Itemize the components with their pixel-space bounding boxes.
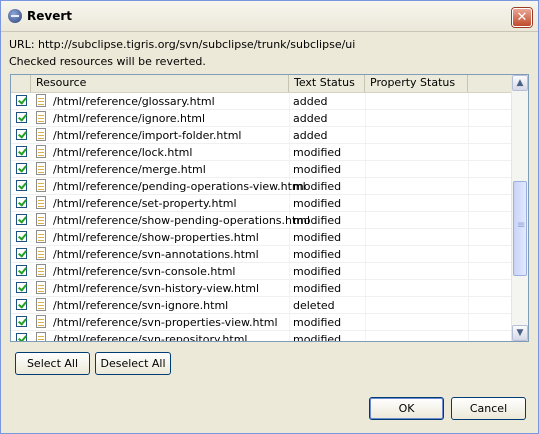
url-label: URL: http://subclipse.tigris.org/svn/sub…	[9, 38, 356, 51]
text-status: modified	[293, 265, 342, 278]
resource-path: /html/reference/svn-ignore.html	[53, 299, 229, 312]
revert-dialog: Revert ✕ URL: http://subclipse.tigris.or…	[0, 0, 539, 434]
resource-table[interactable]: Resource Text Status Property Status /ht…	[10, 74, 529, 342]
table-row[interactable]: /html/reference/svn-history-view.html mod…	[11, 280, 513, 297]
file-icon	[36, 162, 46, 175]
row-checkbox[interactable]	[16, 112, 27, 123]
resource-path: /html/reference/merge.html	[53, 163, 206, 176]
file-icon	[36, 298, 46, 311]
table-row[interactable]: /html/reference/set-property.html modifie…	[11, 195, 513, 212]
column-header-resource[interactable]: Resource	[31, 75, 289, 92]
file-icon	[36, 332, 46, 341]
table-body: /html/reference/glossary.html added/html/…	[11, 93, 513, 342]
vertical-scrollbar[interactable]: ▲ ▼	[511, 75, 528, 341]
title-bar[interactable]: Revert ✕	[1, 1, 538, 32]
row-checkbox[interactable]	[16, 299, 27, 310]
resource-path: /html/reference/svn-annotations.html	[53, 248, 259, 261]
table-row[interactable]: /html/reference/show-properties.html modi…	[11, 229, 513, 246]
row-checkbox[interactable]	[16, 282, 27, 293]
checked-info-label: Checked resources will be reverted.	[9, 55, 206, 68]
resource-path: /html/reference/svn-repository.html	[53, 333, 248, 342]
row-checkbox[interactable]	[16, 248, 27, 259]
row-checkbox[interactable]	[16, 333, 27, 341]
text-status: modified	[293, 248, 342, 261]
scroll-up-icon[interactable]: ▲	[512, 75, 528, 91]
table-row[interactable]: /html/reference/ignore.html added	[11, 110, 513, 127]
column-header-text-status[interactable]: Text Status	[289, 75, 365, 92]
text-status: modified	[293, 316, 342, 329]
header-check-column[interactable]	[11, 75, 31, 92]
ok-button[interactable]: OK	[369, 397, 444, 420]
row-checkbox[interactable]	[16, 146, 27, 157]
row-checkbox[interactable]	[16, 316, 27, 327]
row-checkbox[interactable]	[16, 129, 27, 140]
resource-path: /html/reference/svn-console.html	[53, 265, 236, 278]
table-header: Resource Text Status Property Status	[11, 75, 513, 93]
eclipse-app-icon	[8, 9, 22, 23]
table-row[interactable]: /html/reference/show-pending-operations.…	[11, 212, 513, 229]
text-status: modified	[293, 180, 342, 193]
resource-path: /html/reference/svn-history-view.html	[53, 282, 260, 295]
deselect-all-button[interactable]: Deselect All	[95, 352, 171, 375]
text-status: modified	[293, 214, 342, 227]
file-icon	[36, 230, 46, 243]
select-all-button[interactable]: Select All	[15, 352, 90, 375]
file-icon	[36, 281, 46, 294]
scroll-down-icon[interactable]: ▼	[512, 325, 528, 341]
file-icon	[36, 111, 46, 124]
file-icon	[36, 213, 46, 226]
file-icon	[36, 315, 46, 328]
resource-path: /html/reference/import-folder.html	[53, 129, 242, 142]
table-row[interactable]: /html/reference/svn-properties-view.html…	[11, 314, 513, 331]
text-status: modified	[293, 333, 342, 342]
text-status: modified	[293, 282, 342, 295]
text-status: added	[293, 129, 328, 142]
column-header-property-status[interactable]: Property Status	[365, 75, 468, 92]
resource-path: /html/reference/show-properties.html	[53, 231, 259, 244]
close-button[interactable]: ✕	[512, 8, 532, 27]
cancel-button[interactable]: Cancel	[451, 397, 526, 420]
text-status: modified	[293, 231, 342, 244]
resource-path: /html/reference/glossary.html	[53, 95, 215, 108]
file-icon	[36, 128, 46, 141]
row-checkbox[interactable]	[16, 163, 27, 174]
table-row[interactable]: /html/reference/svn-annotations.html modi…	[11, 246, 513, 263]
scroll-thumb[interactable]	[513, 181, 527, 276]
table-row[interactable]: /html/reference/svn-console.html modified	[11, 263, 513, 280]
resource-path: /html/reference/pending-operations-view.…	[53, 180, 306, 193]
table-row[interactable]: /html/reference/glossary.html added	[11, 93, 513, 110]
row-checkbox[interactable]	[16, 197, 27, 208]
resource-path: /html/reference/lock.html	[53, 146, 193, 159]
file-icon	[36, 145, 46, 158]
table-row[interactable]: /html/reference/svn-ignore.html deleted	[11, 297, 513, 314]
text-status: modified	[293, 146, 342, 159]
table-row[interactable]: /html/reference/import-folder.html added	[11, 127, 513, 144]
row-checkbox[interactable]	[16, 265, 27, 276]
text-status: added	[293, 112, 328, 125]
text-status: modified	[293, 197, 342, 210]
text-status: added	[293, 95, 328, 108]
table-row[interactable]: /html/reference/pending-operations-view.…	[11, 178, 513, 195]
resource-path: /html/reference/svn-properties-view.html	[53, 316, 278, 329]
table-row[interactable]: /html/reference/lock.html modified	[11, 144, 513, 161]
file-icon	[36, 264, 46, 277]
file-icon	[36, 179, 46, 192]
resource-path: /html/reference/ignore.html	[53, 112, 206, 125]
resource-path: /html/reference/set-property.html	[53, 197, 237, 210]
row-checkbox[interactable]	[16, 180, 27, 191]
text-status: deleted	[293, 299, 335, 312]
row-checkbox[interactable]	[16, 95, 27, 106]
resource-path: /html/reference/show-pending-operations.…	[53, 214, 311, 227]
table-row[interactable]: /html/reference/merge.html modified	[11, 161, 513, 178]
file-icon	[36, 94, 46, 107]
dialog-title: Revert	[27, 9, 72, 23]
row-checkbox[interactable]	[16, 214, 27, 225]
table-row[interactable]: /html/reference/svn-repository.html modif…	[11, 331, 513, 342]
text-status: modified	[293, 163, 342, 176]
file-icon	[36, 196, 46, 209]
row-checkbox[interactable]	[16, 231, 27, 242]
file-icon	[36, 247, 46, 260]
